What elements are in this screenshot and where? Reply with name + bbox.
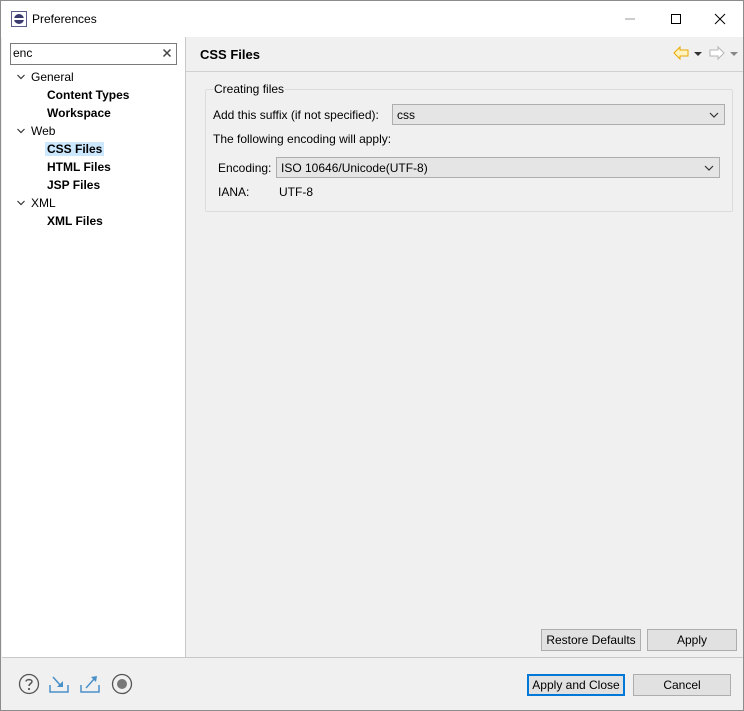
record-icon[interactable] xyxy=(111,673,133,695)
close-button[interactable] xyxy=(697,1,743,37)
tree-item-html-files[interactable]: HTML Files xyxy=(47,158,111,176)
chevron-down-icon[interactable] xyxy=(16,72,26,82)
filter-input[interactable] xyxy=(13,45,153,61)
tree-label-web: Web xyxy=(31,124,56,138)
suffix-value: css xyxy=(397,108,415,122)
tree-label-html-files: HTML Files xyxy=(47,160,111,174)
tree-label-workspace: Workspace xyxy=(47,106,111,120)
chevron-down-icon[interactable] xyxy=(16,198,26,208)
maximize-icon xyxy=(671,14,681,24)
tree-item-workspace[interactable]: Workspace xyxy=(47,104,111,122)
help-icon[interactable] xyxy=(18,673,40,695)
apply-button[interactable]: Apply xyxy=(647,629,737,651)
group-title: Creating files xyxy=(213,82,286,96)
tree-item-content-types[interactable]: Content Types xyxy=(47,86,129,104)
tree-node-general[interactable]: General xyxy=(2,68,185,86)
preferences-window: Preferences enc General Content Types Wo… xyxy=(0,0,744,711)
tree-label-content-types: Content Types xyxy=(47,88,130,102)
tree-node-xml[interactable]: XML xyxy=(2,194,185,212)
tree-node-web[interactable]: Web xyxy=(2,122,185,140)
forward-dropdown-icon[interactable] xyxy=(729,49,739,59)
iana-value: UTF-8 xyxy=(279,185,313,199)
tree-label-xml-files: XML Files xyxy=(47,214,103,228)
suffix-label: Add this suffix (if not specified): xyxy=(213,108,379,122)
page-navigation xyxy=(631,45,738,65)
bottom-separator xyxy=(2,657,743,658)
back-arrow-icon[interactable] xyxy=(673,45,689,61)
tree-label-general: General xyxy=(31,70,74,84)
minimize-button[interactable] xyxy=(607,1,653,37)
page-title: CSS Files xyxy=(200,47,260,62)
encoding-note: The following encoding will apply: xyxy=(213,132,392,146)
preference-tree-panel: General Content Types Workspace Web CSS … xyxy=(2,37,186,657)
close-icon xyxy=(714,13,726,25)
tree-label-css-files: CSS Files xyxy=(45,142,105,156)
restore-defaults-button[interactable]: Restore Defaults xyxy=(541,629,641,651)
chevron-down-icon[interactable] xyxy=(16,126,26,136)
clear-x-icon[interactable] xyxy=(161,47,173,59)
import-icon[interactable] xyxy=(48,673,72,695)
tree-item-jsp-files[interactable]: JSP Files xyxy=(47,176,100,194)
window-title: Preferences xyxy=(32,12,97,26)
suffix-combo[interactable]: css xyxy=(392,104,725,125)
encoding-combo[interactable]: ISO 10646/Unicode(UTF-8) xyxy=(276,157,720,178)
chevron-down-icon xyxy=(704,165,714,171)
apply-and-close-button[interactable]: Apply and Close xyxy=(527,674,625,696)
export-icon[interactable] xyxy=(79,673,103,695)
iana-label: IANA: xyxy=(218,185,250,199)
back-dropdown-icon[interactable] xyxy=(693,49,703,59)
title-separator xyxy=(186,71,743,72)
creating-files-group: Creating files Add this suffix (if not s… xyxy=(205,82,733,212)
maximize-button[interactable] xyxy=(653,1,699,37)
forward-arrow-icon[interactable] xyxy=(709,45,725,61)
tree-label-xml: XML xyxy=(31,196,56,210)
chevron-down-icon xyxy=(709,112,719,118)
cancel-button[interactable]: Cancel xyxy=(633,674,731,696)
tree-label-jsp-files: JSP Files xyxy=(47,178,101,192)
eclipse-app-icon xyxy=(11,11,27,27)
tree-item-css-files[interactable]: CSS Files xyxy=(45,140,105,158)
title-bar: Preferences xyxy=(1,1,743,37)
tree-item-xml-files[interactable]: XML Files xyxy=(47,212,103,230)
encoding-value: ISO 10646/Unicode(UTF-8) xyxy=(281,161,428,175)
filter-field[interactable] xyxy=(10,43,177,65)
minimize-icon xyxy=(625,18,635,20)
encoding-label: Encoding: xyxy=(218,161,272,175)
preference-page: CSS Files Creating files Add this suffix… xyxy=(186,37,743,657)
